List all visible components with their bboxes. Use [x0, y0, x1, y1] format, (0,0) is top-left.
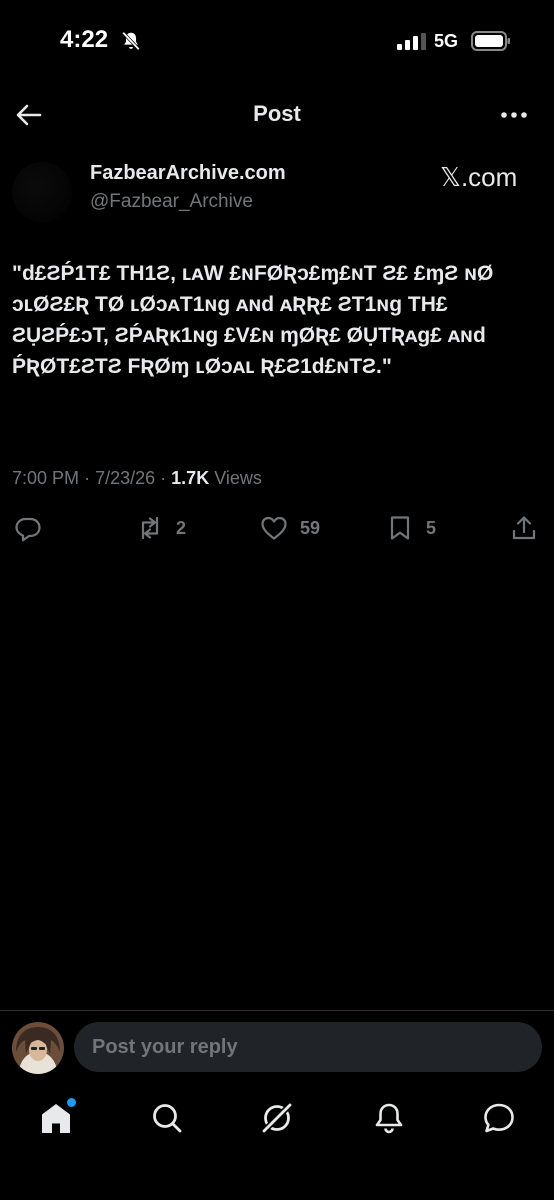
- share-button[interactable]: [510, 510, 538, 546]
- notification-dot: [67, 1098, 76, 1107]
- status-time: 4:22: [60, 26, 109, 53]
- share-icon: [512, 516, 536, 540]
- post-time[interactable]: 7:00 PM: [12, 468, 79, 488]
- reply-input[interactable]: Post your reply: [74, 1022, 542, 1072]
- more-icon[interactable]: [498, 100, 530, 130]
- messages-icon: [484, 1103, 514, 1133]
- home-indicator: [182, 1180, 372, 1186]
- grok-icon: [260, 1101, 294, 1135]
- signal-icon: [397, 33, 426, 50]
- search-icon: [153, 1104, 182, 1133]
- divider: [0, 1010, 554, 1011]
- nav-home[interactable]: [38, 1098, 76, 1136]
- source-link[interactable]: 𝕏.com: [440, 162, 517, 193]
- author-avatar[interactable]: [12, 162, 72, 222]
- repost-icon: [141, 516, 159, 540]
- author-handle[interactable]: @Fazbear_Archive: [90, 191, 253, 213]
- views-label: Views: [214, 468, 262, 488]
- post-text: "d£ƧṔ1T£ TH1Ƨ, ʟᴀW £ɴFØƦɔ£ɱ£ɴT Ƨ£ £ɱƧ ɴØ…: [12, 262, 494, 378]
- bell-slash-icon: [122, 31, 140, 51]
- views-count: 1.7K: [171, 468, 210, 488]
- network-type: 5G: [434, 31, 459, 51]
- reply-icon: [15, 517, 41, 542]
- reply-button[interactable]: [14, 510, 42, 546]
- like-count: 59: [300, 517, 321, 538]
- post-actions: 2 59 5: [0, 510, 554, 546]
- nav-notifications[interactable]: [371, 1100, 407, 1136]
- repost-count: 2: [176, 517, 187, 538]
- reply-avatar[interactable]: [12, 1022, 64, 1074]
- meta-separator: ·: [84, 468, 91, 488]
- page-title: Post: [253, 101, 301, 126]
- battery-icon: [471, 31, 510, 51]
- status-bar: 4:22 5G: [0, 0, 554, 84]
- bookmark-count: 5: [426, 517, 437, 538]
- bottom-nav: [0, 1094, 554, 1142]
- nav-messages[interactable]: [481, 1100, 517, 1136]
- meta-separator: ·: [160, 468, 167, 488]
- user-avatar-image: [12, 1022, 64, 1074]
- repost-button[interactable]: 2: [136, 510, 186, 546]
- post-meta: 7:00 PM · 7/23/26 · 1.7K Views: [12, 468, 262, 489]
- author-name[interactable]: FazbearArchive.com: [90, 162, 286, 185]
- bookmark-button[interactable]: 5: [386, 510, 436, 546]
- nav-search[interactable]: [149, 1100, 185, 1136]
- notifications-icon: [375, 1103, 403, 1134]
- nav-grok[interactable]: [259, 1100, 295, 1136]
- post-date[interactable]: 7/23/26: [95, 468, 155, 488]
- like-icon: [261, 516, 287, 540]
- bookmark-icon: [390, 516, 410, 540]
- post-header: Post: [0, 92, 554, 138]
- like-button[interactable]: 59: [260, 510, 320, 546]
